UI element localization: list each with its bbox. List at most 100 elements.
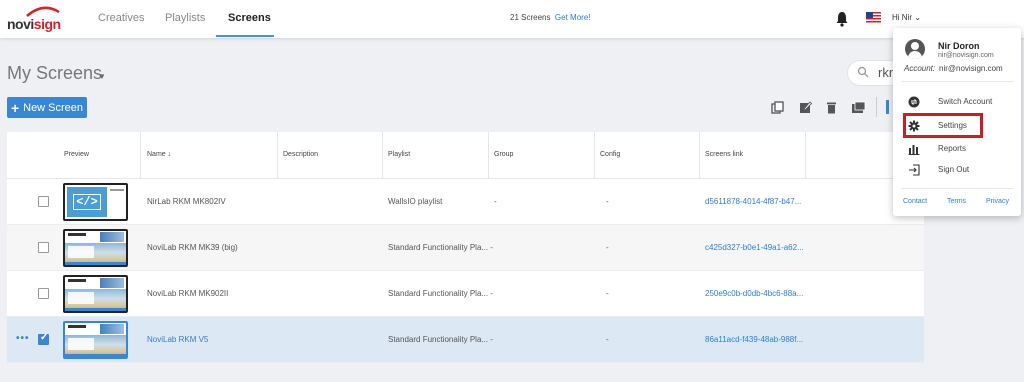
column-header-preview: Preview [64,151,89,158]
privacy-link[interactable]: Privacy [986,198,1009,205]
new-screen-button[interactable]: + New Screen [7,97,87,118]
screen-playlist: WallsIO playlist [388,197,443,206]
account-value: nir@novisign.com [939,64,1003,73]
preview-banner-image [100,232,124,242]
screen-group: - [494,197,497,206]
menu-item-label: Reports [938,144,967,153]
screens-count: 21 Screens Get More! [510,13,591,22]
preview-banner-image [100,278,124,288]
screen-config: - [606,335,609,344]
screen-preview-thumbnail[interactable]: </> [63,183,128,221]
greeting-label: Hi Nir [892,13,912,22]
avatar [905,39,925,59]
delete-icon[interactable] [825,101,838,114]
column-divider [488,132,489,179]
preview-banner-image [100,324,124,334]
plus-icon: + [10,99,20,116]
column-header-name[interactable]: Name ↓ [147,151,171,158]
screen-link[interactable]: 250e9c0b-d0db-4bc6-88a... [705,289,803,298]
user-menu-toggle[interactable]: Hi Nir ⌄ [892,13,921,22]
row-checkbox[interactable] [38,242,49,253]
screen-link[interactable]: d5611878-4014-4f87-b47... [705,197,801,206]
bell-icon[interactable] [835,11,849,27]
column-header-description[interactable]: Description [283,151,318,158]
menu-item-reports[interactable]: Reports [902,140,1012,158]
column-divider [594,132,595,179]
chevron-down-icon: ⌄ [914,13,921,22]
preview-side-text [110,189,124,191]
screen-config: - [606,197,609,206]
table-row-selected[interactable]: ••• NoviLab RKM V5 Standard Functionalit… [7,317,924,363]
novisign-logo[interactable]: novisign [7,6,61,32]
column-header-screens-link[interactable]: Screens link [705,151,743,158]
switch-account-icon [908,96,920,108]
copy-icon[interactable] [771,101,784,114]
search-icon [857,66,869,78]
move-icon[interactable] [851,101,866,114]
code-preview-panel: </> [67,187,107,217]
column-divider [805,132,806,179]
row-actions-menu-icon[interactable]: ••• [16,333,30,344]
row-checkbox[interactable] [38,196,49,207]
settings-highlight-annotation [903,113,983,138]
column-header-group[interactable]: Group [494,151,513,158]
column-divider [699,132,700,179]
tab-creatives[interactable]: Creatives [98,12,144,24]
page-title[interactable]: My Screens [7,63,102,84]
screen-name[interactable]: NirLab RKM MK802IV [147,197,226,206]
column-header-config[interactable]: Config [600,151,620,158]
us-flag-icon[interactable] [866,12,881,23]
reports-icon [908,145,920,155]
screen-link[interactable]: c425d327-b0e1-49a1-a62... [705,243,804,252]
edit-icon[interactable] [799,101,812,114]
code-icon: </> [73,194,101,210]
column-divider [382,132,383,179]
tab-screens[interactable]: Screens [228,12,271,24]
active-tab-indicator [216,35,274,37]
account-label: Account: [904,64,936,73]
screen-playlist: Standard Functionality Pla... - [388,335,493,344]
menu-item-switch-account[interactable]: Switch Account [902,93,1012,111]
column-header-playlist[interactable]: Playlist [388,151,410,158]
column-divider [277,132,278,179]
preview-banner-text [68,325,86,328]
screen-name[interactable]: NoviLab RKM V5 [147,335,208,344]
screen-config: - [606,243,609,252]
preview-text-box [68,292,94,304]
row-checkbox[interactable] [38,288,49,299]
user-email: nir@novisign.com [938,52,994,59]
more-icon[interactable] [886,100,889,114]
row-checkbox-checked[interactable] [38,332,49,345]
terms-link[interactable]: Terms [947,198,966,205]
table-header: Preview Name ↓ Description Playlist Grou… [7,132,924,179]
screen-name[interactable]: NoviLab RKM MK902II [147,289,228,298]
menu-divider [901,188,1013,189]
screen-playlist: Standard Functionality Pla... - [388,243,493,252]
screen-preview-thumbnail[interactable] [63,275,128,313]
screens-count-label: 21 Screens [510,13,551,22]
title-dropdown-caret-icon[interactable]: ▼ [98,72,106,81]
table-row[interactable]: NoviLab RKM MK902II Standard Functionali… [7,271,924,317]
sign-out-icon [909,164,920,176]
screen-preview-thumbnail[interactable] [63,229,128,267]
menu-item-label: Sign Out [938,165,970,174]
tab-playlists[interactable]: Playlists [165,12,205,24]
preview-banner [65,277,126,289]
screen-preview-thumbnail[interactable] [63,321,128,359]
screen-link[interactable]: 86a11acd-f439-48ab-988f... [705,335,803,344]
preview-banner [65,231,126,243]
preview-text-box [68,338,94,350]
preview-footer-bar [65,308,126,311]
preview-banner [65,323,126,335]
table-row[interactable]: </> NirLab RKM MK802IV WallsIO playlist … [7,179,924,225]
menu-item-label: Switch Account [938,97,993,106]
get-more-link[interactable]: Get More! [555,13,591,22]
logo-text: novisign [7,16,61,32]
screen-config: - [606,289,609,298]
table-row[interactable]: NoviLab RKM MK39 (big) Standard Function… [7,225,924,271]
contact-link[interactable]: Contact [903,198,927,205]
menu-item-sign-out[interactable]: Sign Out [902,161,1012,179]
screen-name[interactable]: NoviLab RKM MK39 (big) [147,243,238,252]
toolbar-divider [876,97,877,117]
preview-banner-text [68,233,86,236]
